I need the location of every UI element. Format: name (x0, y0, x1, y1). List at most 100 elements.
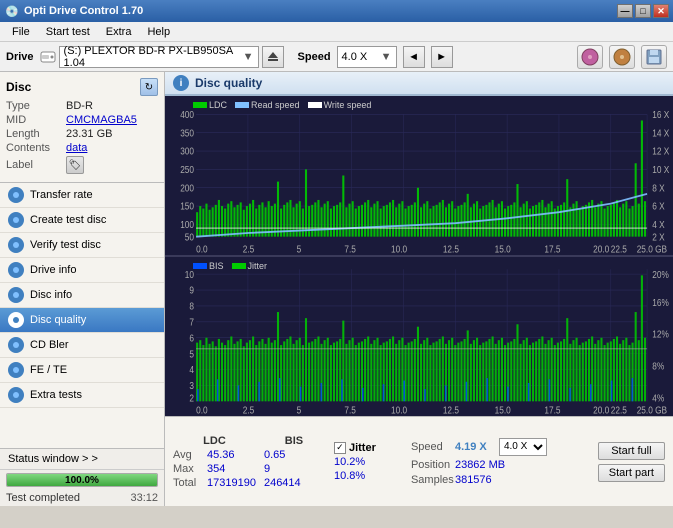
sidebar-item-extra-tests-label: Extra tests (30, 389, 82, 401)
start-part-button[interactable]: Start part (598, 464, 665, 482)
chart2-legend: BIS Jitter (193, 261, 267, 271)
sidebar-item-extra-tests[interactable]: Extra tests (0, 383, 164, 408)
jitter-legend-item: Jitter (232, 261, 268, 271)
disc-refresh-button[interactable]: ↻ (140, 78, 158, 96)
jitter-checkbox[interactable]: ✓ (334, 442, 346, 454)
write-speed-legend-color (308, 102, 322, 108)
disc-quality-icon (8, 312, 24, 328)
svg-text:10.0: 10.0 (391, 244, 407, 255)
test-completed-time: 33:12 (130, 492, 158, 504)
speed-next-button[interactable]: ► (431, 46, 453, 68)
menu-file[interactable]: File (4, 24, 38, 40)
stats-samples-row: Samples 381576 (411, 474, 590, 486)
sidebar-item-create-test-disc[interactable]: Create test disc (0, 208, 164, 233)
stats-speed-select[interactable]: 4.0 X 2.0 X 8.0 X (499, 438, 547, 456)
stats-position-row: Position 23862 MB (411, 459, 590, 471)
sidebar-item-fe-te[interactable]: FE / TE (0, 358, 164, 383)
drive-bar: Drive (S:) PLEXTOR BD-R PX-LB950SA 1.04 … (0, 42, 673, 72)
stats-position-value: 23862 MB (455, 459, 505, 471)
stats-speed-value: 4.19 X (455, 441, 495, 453)
sidebar: Disc ↻ Type BD-R MID CMCMAGBA5 Length 23… (0, 72, 165, 506)
disc-label-button[interactable]: 🏷 (66, 156, 84, 174)
stats-ldc-total: 17319190 (207, 477, 256, 489)
save-button[interactable] (641, 45, 667, 69)
sidebar-item-disc-info[interactable]: Disc info (0, 283, 164, 308)
stats-speed-row: Speed 4.19 X 4.0 X 2.0 X 8.0 X (411, 438, 590, 456)
svg-text:0.0: 0.0 (196, 244, 208, 255)
svg-text:200: 200 (180, 183, 194, 194)
drive-label: Drive (6, 51, 34, 63)
stats-ldc-column: LDC Avg 45.36 Max 354 Total 17319190 (173, 435, 256, 489)
drive-select[interactable]: (S:) PLEXTOR BD-R PX-LB950SA 1.04 ▼ (59, 46, 259, 68)
status-window-button[interactable]: Status window > > (0, 449, 164, 470)
stats-bis-column: BIS 0.65 9 246414 (264, 435, 324, 489)
stats-bis-avg: 0.65 (264, 449, 285, 461)
start-full-button[interactable]: Start full (598, 442, 665, 460)
stats-bis-header: BIS (264, 435, 324, 447)
read-speed-legend-label: Read speed (251, 100, 300, 110)
eject-button[interactable] (262, 46, 284, 68)
svg-text:15.0: 15.0 (495, 244, 511, 255)
svg-text:12 X: 12 X (652, 146, 669, 157)
bis-legend-item: BIS (193, 261, 224, 271)
svg-text:7: 7 (189, 317, 194, 328)
ldc-legend-item: LDC (193, 100, 227, 110)
svg-text:12.5: 12.5 (443, 405, 459, 416)
svg-text:22.5: 22.5 (611, 405, 627, 416)
sidebar-item-verify-test-disc[interactable]: Verify test disc (0, 233, 164, 258)
close-button[interactable]: ✕ (653, 4, 669, 18)
svg-text:300: 300 (180, 146, 194, 157)
sidebar-item-transfer-rate[interactable]: Transfer rate (0, 183, 164, 208)
speed-select[interactable]: 4.0 X ▼ (337, 46, 397, 68)
minimize-button[interactable]: — (617, 4, 633, 18)
disc-type-value: BD-R (66, 100, 158, 112)
window-controls: — □ ✕ (617, 4, 669, 18)
svg-text:6: 6 (189, 333, 194, 344)
menu-start-test[interactable]: Start test (38, 24, 98, 40)
progress-container: 100.0% (0, 470, 164, 490)
stats-right-section: Speed 4.19 X 4.0 X 2.0 X 8.0 X Position … (411, 438, 590, 486)
svg-text:100: 100 (180, 219, 194, 230)
svg-text:22.5: 22.5 (611, 244, 627, 255)
chart1: LDC Read speed Write speed (165, 96, 673, 257)
disc-icon-button-2[interactable] (609, 45, 635, 69)
content-area: i Disc quality LDC Read speed (165, 72, 673, 506)
jitter-legend-color (232, 263, 246, 269)
speed-row-label: Speed (411, 441, 451, 453)
speed-label: Speed (298, 51, 331, 63)
disc-length-value: 23.31 GB (66, 128, 158, 140)
extra-tests-icon (8, 387, 24, 403)
chart-header-icon: i (173, 75, 189, 91)
disc-panel: Disc ↻ Type BD-R MID CMCMAGBA5 Length 23… (0, 72, 164, 183)
stats-samples-value: 381576 (455, 474, 492, 486)
svg-text:17.5: 17.5 (544, 244, 560, 255)
sidebar-item-cd-bler[interactable]: CD Bler (0, 333, 164, 358)
svg-text:12.5: 12.5 (443, 244, 459, 255)
disc-label-label: Label (6, 159, 66, 171)
progress-bar: 100.0% (6, 473, 158, 487)
chart2-svg: 10 9 8 7 6 5 4 3 2 20% 16% 12% 8% 4% 0 (165, 257, 673, 416)
sidebar-item-drive-info[interactable]: Drive info (0, 258, 164, 283)
svg-text:7.5: 7.5 (344, 405, 356, 416)
speed-dropdown-arrow: ▼ (381, 51, 392, 63)
test-completed-label: Test completed (6, 492, 80, 504)
ldc-legend-color (193, 102, 207, 108)
menu-extra[interactable]: Extra (98, 24, 140, 40)
stats-jitter-avg-row: 10.2% (334, 456, 399, 468)
disc-contents-value[interactable]: data (66, 142, 158, 154)
disc-panel-title: Disc (6, 80, 31, 94)
sidebar-item-fe-te-label: FE / TE (30, 364, 67, 376)
svg-text:350: 350 (180, 128, 194, 139)
disc-mid-value[interactable]: CMCMAGBA5 (66, 114, 158, 126)
disc-icon-button-1[interactable] (577, 45, 603, 69)
svg-text:250: 250 (180, 164, 194, 175)
svg-text:4: 4 (189, 365, 194, 376)
app-icon: 💿 (4, 3, 20, 19)
sidebar-item-disc-quality[interactable]: Disc quality (0, 308, 164, 333)
stats-total-label: Total (173, 477, 203, 489)
speed-prev-button[interactable]: ◄ (403, 46, 425, 68)
stats-bis-total: 246414 (264, 477, 301, 489)
maximize-button[interactable]: □ (635, 4, 651, 18)
menu-help[interactable]: Help (139, 24, 178, 40)
position-row-label: Position (411, 459, 451, 471)
